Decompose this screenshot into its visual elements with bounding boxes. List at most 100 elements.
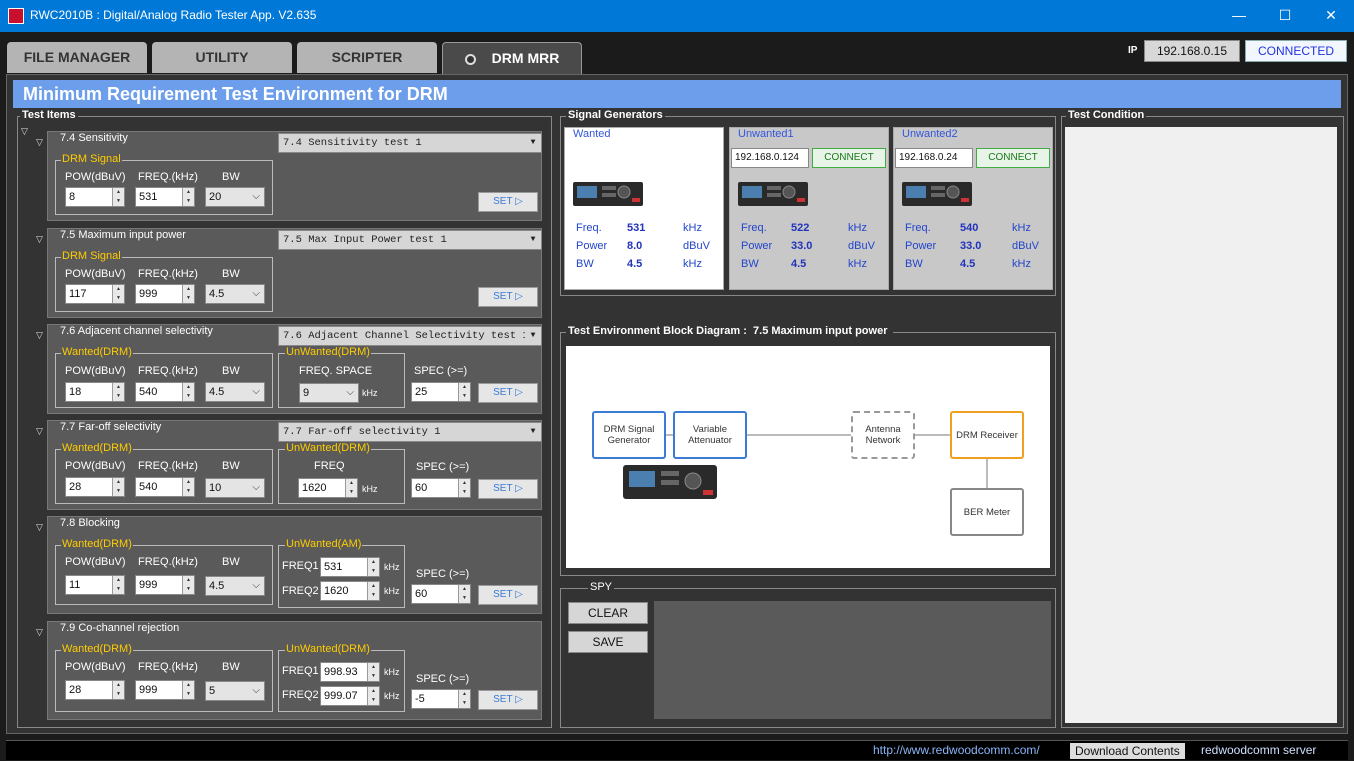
spin-down-icon[interactable]: ▼ — [113, 197, 124, 206]
max-input-test-select[interactable]: 7.5 Max Input Power test 1 ▼ — [278, 230, 542, 250]
collapse-triangle-icon[interactable]: ▽ — [21, 126, 28, 137]
spin-up-icon[interactable]: ▲ — [183, 576, 194, 585]
spin-down-icon[interactable]: ▼ — [459, 488, 470, 497]
spin-buttons[interactable]: ▲ ▼ — [345, 479, 357, 497]
spin-up-icon[interactable]: ▲ — [346, 479, 357, 488]
spin-up-icon[interactable]: ▲ — [113, 576, 124, 585]
spin-buttons[interactable]: ▲ ▼ — [367, 558, 379, 576]
section-triangle-icon[interactable]: ▽ — [36, 426, 43, 437]
spin-down-icon[interactable]: ▼ — [113, 690, 124, 699]
spin-buttons[interactable]: ▲ ▼ — [182, 681, 194, 699]
freq-spinner[interactable]: 999 ▲ ▼ — [135, 680, 195, 700]
adjacent-test-select[interactable]: 7.6 Adjacent Channel Selectivity test 1 ▼ — [278, 326, 542, 346]
far-off-test-select[interactable]: 7.7 Far-off selectivity 1 ▼ — [278, 422, 542, 442]
spin-buttons[interactable]: ▲ ▼ — [458, 585, 470, 603]
spin-down-icon[interactable]: ▼ — [183, 690, 194, 699]
spin-buttons[interactable]: ▲ ▼ — [182, 383, 194, 401]
tab-drm-mrr[interactable]: DRM MRR — [442, 42, 582, 74]
bw-select[interactable]: 4.5 ⌵ — [205, 576, 265, 596]
spin-down-icon[interactable]: ▼ — [113, 294, 124, 303]
freq-spinner[interactable]: 999 ▲ ▼ — [135, 575, 195, 595]
spin-buttons[interactable]: ▲ ▼ — [112, 285, 124, 303]
spin-down-icon[interactable]: ▼ — [183, 392, 194, 401]
spin-down-icon[interactable]: ▼ — [183, 197, 194, 206]
download-contents-button[interactable]: Download Contents — [1070, 743, 1185, 759]
sensitivity-test-select[interactable]: 7.4 Sensitivity test 1 ▼ — [278, 133, 542, 153]
bw-select[interactable]: 4.5 ⌵ — [205, 382, 265, 402]
bw-select[interactable]: 5 ⌵ — [205, 681, 265, 701]
freq2-spinner[interactable]: 1620 ▲ ▼ — [320, 581, 380, 601]
spin-down-icon[interactable]: ▼ — [113, 392, 124, 401]
freq1-spinner[interactable]: 531 ▲ ▼ — [320, 557, 380, 577]
spin-up-icon[interactable]: ▲ — [113, 285, 124, 294]
spin-buttons[interactable]: ▲ ▼ — [367, 687, 379, 705]
set-button[interactable]: SET ▷ — [478, 479, 538, 499]
spin-up-icon[interactable]: ▲ — [183, 681, 194, 690]
spin-down-icon[interactable]: ▼ — [368, 591, 379, 600]
tab-file-manager[interactable]: FILE MANAGER — [7, 42, 147, 73]
spin-down-icon[interactable]: ▼ — [183, 487, 194, 496]
spin-up-icon[interactable]: ▲ — [113, 383, 124, 392]
spin-buttons[interactable]: ▲ ▼ — [112, 576, 124, 594]
generator-ip-field[interactable]: 192.168.0.24 — [895, 148, 973, 168]
spin-down-icon[interactable]: ▼ — [113, 487, 124, 496]
spin-up-icon[interactable]: ▲ — [368, 687, 379, 696]
spin-down-icon[interactable]: ▼ — [368, 567, 379, 576]
clear-button[interactable]: CLEAR — [568, 602, 648, 624]
set-button[interactable]: SET ▷ — [478, 690, 538, 710]
set-button[interactable]: SET ▷ — [478, 192, 538, 212]
generator-ip-field[interactable]: 192.168.0.124 — [731, 148, 809, 168]
spin-down-icon[interactable]: ▼ — [459, 392, 470, 401]
freq-space-select[interactable]: 9 ⌵ — [299, 383, 359, 403]
bw-select[interactable]: 4.5 ⌵ — [205, 284, 265, 304]
freq-spinner[interactable]: 540 ▲ ▼ — [135, 382, 195, 402]
spin-down-icon[interactable]: ▼ — [183, 585, 194, 594]
set-button[interactable]: SET ▷ — [478, 585, 538, 605]
spin-down-icon[interactable]: ▼ — [459, 699, 470, 708]
spin-up-icon[interactable]: ▲ — [113, 478, 124, 487]
spec-spinner[interactable]: 25 ▲ ▼ — [411, 382, 471, 402]
test-condition-panel[interactable] — [1065, 127, 1337, 723]
spin-down-icon[interactable]: ▼ — [368, 696, 379, 705]
bw-select[interactable]: 10 ⌵ — [205, 478, 265, 498]
set-button[interactable]: SET ▷ — [478, 383, 538, 403]
spec-spinner[interactable]: 60 ▲ ▼ — [411, 584, 471, 604]
maximize-icon[interactable]: ☐ — [1262, 0, 1308, 32]
spin-buttons[interactable]: ▲ ▼ — [112, 383, 124, 401]
spin-down-icon[interactable]: ▼ — [183, 294, 194, 303]
spin-buttons[interactable]: ▲ ▼ — [458, 479, 470, 497]
freq-spinner[interactable]: 999 ▲ ▼ — [135, 284, 195, 304]
spec-spinner[interactable]: 60 ▲ ▼ — [411, 478, 471, 498]
freq-spinner[interactable]: 540 ▲ ▼ — [135, 477, 195, 497]
spin-buttons[interactable]: ▲ ▼ — [112, 188, 124, 206]
pow-spinner[interactable]: 28 ▲ ▼ — [65, 477, 125, 497]
spin-buttons[interactable]: ▲ ▼ — [182, 478, 194, 496]
bw-select[interactable]: 20 ⌵ — [205, 187, 265, 207]
pow-spinner[interactable]: 8 ▲ ▼ — [65, 187, 125, 207]
spin-up-icon[interactable]: ▲ — [368, 582, 379, 591]
spin-up-icon[interactable]: ▲ — [459, 690, 470, 699]
minimize-icon[interactable]: — — [1216, 0, 1262, 32]
spin-up-icon[interactable]: ▲ — [113, 188, 124, 197]
spy-log-area[interactable] — [654, 601, 1051, 719]
tab-scripter[interactable]: SCRIPTER — [297, 42, 437, 73]
freq1-spinner[interactable]: 998.93 ▲ ▼ — [320, 662, 380, 682]
close-icon[interactable]: ✕ — [1308, 0, 1354, 32]
spin-buttons[interactable]: ▲ ▼ — [182, 188, 194, 206]
unwanted-freq-spinner[interactable]: 1620 ▲ ▼ — [298, 478, 358, 498]
spec-spinner[interactable]: -5 ▲ ▼ — [411, 689, 471, 709]
spin-buttons[interactable]: ▲ ▼ — [182, 576, 194, 594]
section-triangle-icon[interactable]: ▽ — [36, 522, 43, 533]
spin-up-icon[interactable]: ▲ — [459, 585, 470, 594]
set-button[interactable]: SET ▷ — [478, 287, 538, 307]
save-button[interactable]: SAVE — [568, 631, 648, 653]
connection-status-button[interactable]: CONNECTED — [1245, 40, 1347, 62]
spin-up-icon[interactable]: ▲ — [459, 479, 470, 488]
freq-spinner[interactable]: 531 ▲ ▼ — [135, 187, 195, 207]
spin-buttons[interactable]: ▲ ▼ — [367, 663, 379, 681]
spin-up-icon[interactable]: ▲ — [113, 681, 124, 690]
ip-field[interactable]: 192.168.0.15 — [1144, 40, 1240, 62]
spin-down-icon[interactable]: ▼ — [459, 594, 470, 603]
spin-up-icon[interactable]: ▲ — [183, 478, 194, 487]
pow-spinner[interactable]: 18 ▲ ▼ — [65, 382, 125, 402]
